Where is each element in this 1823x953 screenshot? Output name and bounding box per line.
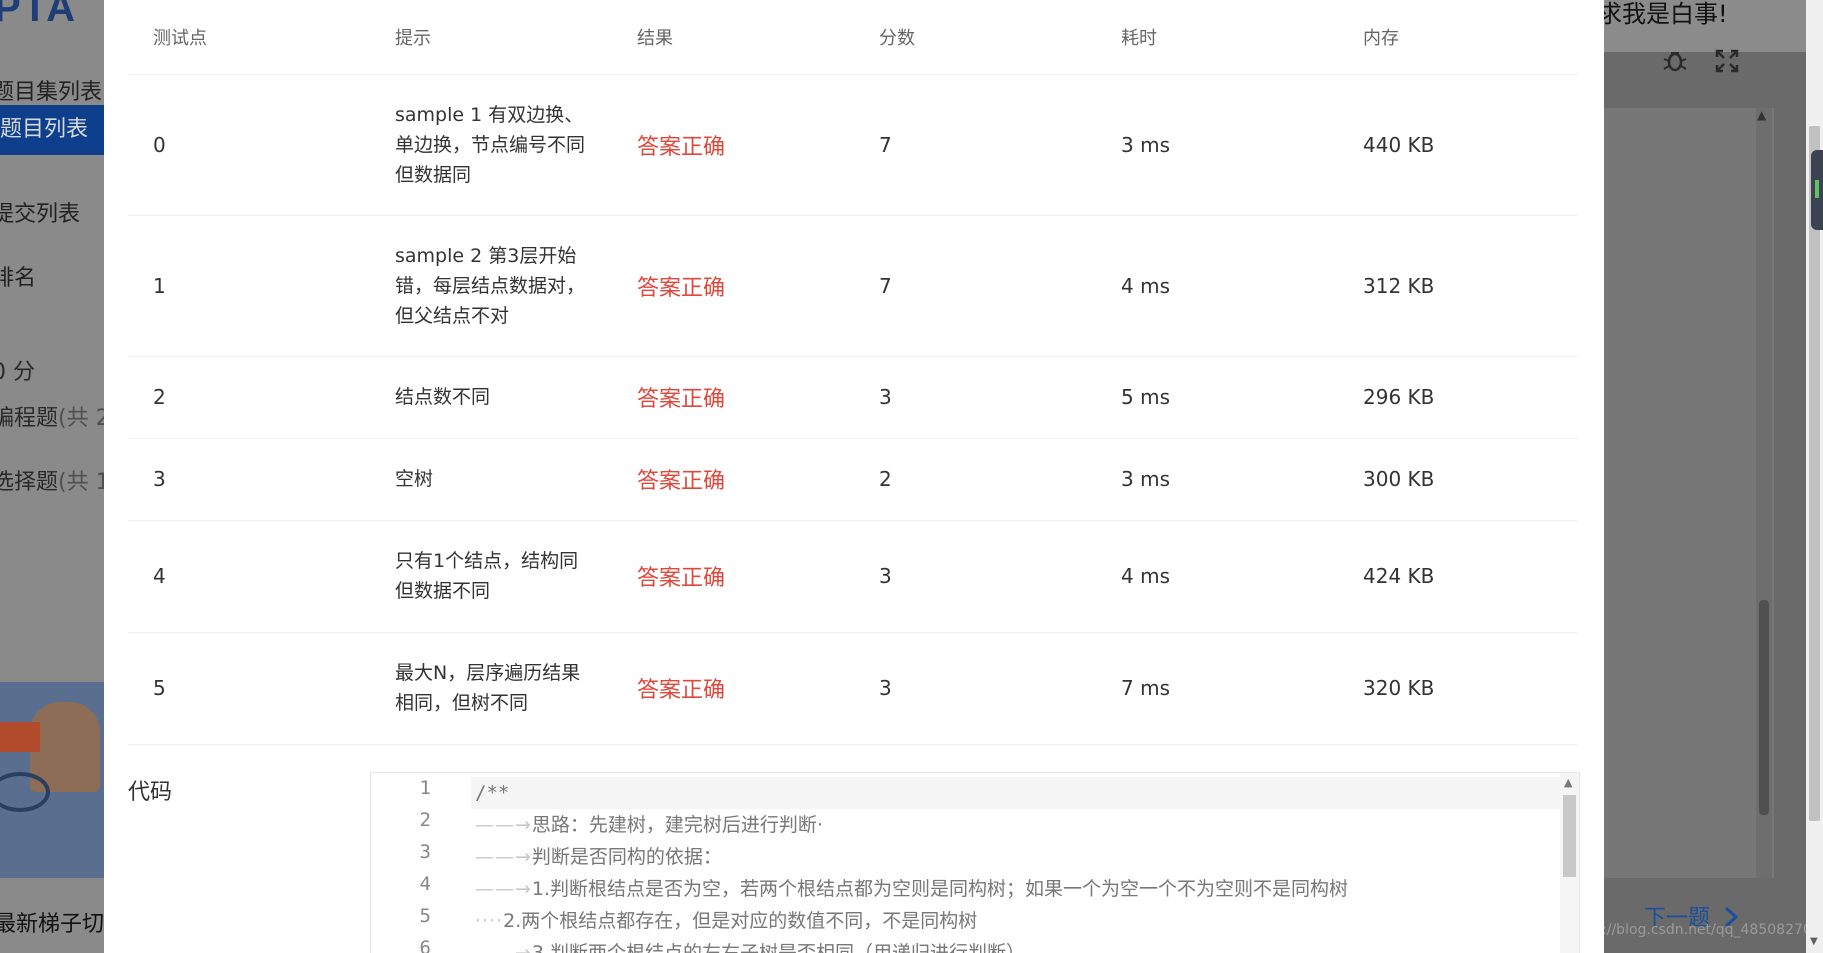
code-scroll-thumb[interactable] xyxy=(1563,795,1576,877)
line-number: 1 xyxy=(419,777,431,799)
promo-banner-image[interactable] xyxy=(0,682,104,878)
test-case-id: 3 xyxy=(128,438,370,521)
floating-widget-icon[interactable] xyxy=(1811,150,1823,230)
programming-count: 编程题(共 230 xyxy=(0,406,104,431)
score-value: 3 xyxy=(854,632,1096,745)
code-text: ——→判断是否同构的依据： xyxy=(475,846,722,868)
time-value: 5 ms xyxy=(1096,356,1338,439)
test-results-table: 测试点 提示 结果 分数 耗时 内存 0 sample 1 有双边换、单边换，节… xyxy=(128,0,1578,745)
background-sidebar: PTA 题目集列表 题目列表 提交列表 排名 0 分 编程题(共 230 选择题… xyxy=(0,0,104,953)
table-header-row: 测试点 提示 结果 分数 耗时 内存 xyxy=(128,0,1578,75)
test-case-id: 0 xyxy=(128,74,370,216)
header-hint: 提示 xyxy=(370,0,612,75)
result-status: 答案正确 xyxy=(612,438,854,521)
page-scrollbar[interactable]: ▼ xyxy=(1806,0,1823,953)
test-hint: 空树 xyxy=(370,438,612,521)
line-number: 4 xyxy=(419,873,431,895)
test-case-id: 1 xyxy=(128,215,370,357)
result-status: 答案正确 xyxy=(612,215,854,357)
memory-value: 312 KB xyxy=(1338,215,1578,357)
scroll-down-arrow-icon[interactable]: ▼ xyxy=(1810,936,1818,947)
active-line-highlight xyxy=(471,777,1561,809)
test-hint: 最大N，层序遍历结果相同，但树不同 xyxy=(370,632,612,745)
test-hint: sample 2 第3层开始错，每层结点数据对，但父结点不对 xyxy=(370,215,612,357)
result-status: 答案正确 xyxy=(612,74,854,216)
time-value: 3 ms xyxy=(1096,438,1338,521)
pta-logo: PTA xyxy=(0,0,78,30)
time-value: 4 ms xyxy=(1096,215,1338,357)
table-row: 1 sample 2 第3层开始错，每层结点数据对，但父结点不对 答案正确 7 … xyxy=(128,215,1578,357)
memory-value: 296 KB xyxy=(1338,356,1578,439)
background-editor-area: 求我是白事! ▲ 下一题 https://blog.csdn.net/qq_48… xyxy=(1566,0,1823,953)
background-editor-scroll-thumb[interactable] xyxy=(1759,600,1769,815)
code-scroll-up-icon[interactable]: ▲ xyxy=(1564,776,1572,789)
scroll-up-arrow-icon[interactable]: ▲ xyxy=(1757,108,1766,122)
score-value: 3 xyxy=(854,520,1096,633)
table-row: 0 sample 1 有双边换、单边换，节点编号不同但数据同 答案正确 7 3 … xyxy=(128,74,1578,216)
bug-icon[interactable] xyxy=(1662,48,1688,80)
code-text: ——→思路：先建树，建完树后进行判断· xyxy=(475,814,823,836)
memory-value: 424 KB xyxy=(1338,520,1578,633)
memory-value: 320 KB xyxy=(1338,632,1578,745)
line-number: 6 xyxy=(419,937,431,953)
header-score: 分数 xyxy=(854,0,1096,75)
promo-title[interactable]: 最新梯子切 xyxy=(0,906,104,938)
score-value: 7 xyxy=(854,74,1096,216)
fullscreen-icon[interactable] xyxy=(1714,48,1740,80)
line-number: 3 xyxy=(419,841,431,863)
table-row: 2 结点数不同 答案正确 3 5 ms 296 KB xyxy=(128,356,1578,439)
header-result: 结果 xyxy=(612,0,854,75)
nav-item-ranking[interactable]: 排名 xyxy=(0,260,36,292)
page-scroll-thumb[interactable] xyxy=(1809,126,1820,821)
code-text: ····2.两个根结点都存在，但是对应的数值不同，不是同构树 xyxy=(475,910,978,932)
time-value: 7 ms xyxy=(1096,632,1338,745)
time-value: 3 ms xyxy=(1096,74,1338,216)
code-text: ——→1.判断根结点是否为空，若两个根结点都为空则是同构树；如果一个为空一个不为… xyxy=(475,878,1349,900)
code-text: /** xyxy=(475,782,510,804)
test-hint: 结点数不同 xyxy=(370,356,612,439)
header-test-case: 测试点 xyxy=(128,0,370,75)
background-code-editor xyxy=(1604,108,1774,878)
slogan-text: 求我是白事! xyxy=(1598,0,1728,28)
line-number: 2 xyxy=(419,809,431,831)
test-case-id: 4 xyxy=(128,520,370,633)
header-memory: 内存 xyxy=(1338,0,1578,75)
test-hint: sample 1 有双边换、单边换，节点编号不同但数据同 xyxy=(370,74,612,216)
test-case-id: 2 xyxy=(128,356,370,439)
result-status: 答案正确 xyxy=(612,356,854,439)
nav-item-submissions[interactable]: 提交列表 xyxy=(0,196,80,228)
table-row: 5 最大N，层序遍历结果相同，但树不同 答案正确 3 7 ms 320 KB xyxy=(128,632,1578,745)
line-number: 5 xyxy=(419,905,431,927)
code-viewer[interactable]: 1 /** 2 ——→思路：先建树，建完树后进行判断· 3 ——→判断是否同构的… xyxy=(370,772,1580,953)
test-case-id: 5 xyxy=(128,632,370,745)
memory-value: 300 KB xyxy=(1338,438,1578,521)
table-row: 4 只有1个结点，结构同但数据不同 答案正确 3 4 ms 424 KB xyxy=(128,520,1578,633)
score-value: 7 xyxy=(854,215,1096,357)
table-row: 3 空树 答案正确 2 3 ms 300 KB xyxy=(128,438,1578,521)
result-status: 答案正确 xyxy=(612,632,854,745)
score-value: 3 xyxy=(854,356,1096,439)
code-text: ——→3.判断两个根结点的左右子树是否相同（用递归进行判断） xyxy=(475,942,1026,953)
nav-item-problems[interactable]: 题目列表 xyxy=(0,105,104,155)
memory-value: 440 KB xyxy=(1338,74,1578,216)
choice-count: 选择题(共 135 xyxy=(0,470,104,495)
score-value: 2 xyxy=(854,438,1096,521)
submission-detail-modal: 测试点 提示 结果 分数 耗时 内存 0 sample 1 有双边换、单边换，节… xyxy=(104,0,1604,953)
code-scrollbar[interactable]: ▲ xyxy=(1560,773,1579,953)
result-status: 答案正确 xyxy=(612,520,854,633)
test-hint: 只有1个结点，结构同但数据不同 xyxy=(370,520,612,633)
total-score: 0 分 xyxy=(0,360,35,385)
time-value: 4 ms xyxy=(1096,520,1338,633)
code-section-label: 代码 xyxy=(128,780,173,805)
background-header: 求我是白事! xyxy=(1598,0,1823,52)
header-time: 耗时 xyxy=(1096,0,1338,75)
nav-item-problem-sets[interactable]: 题目集列表 xyxy=(0,74,102,106)
